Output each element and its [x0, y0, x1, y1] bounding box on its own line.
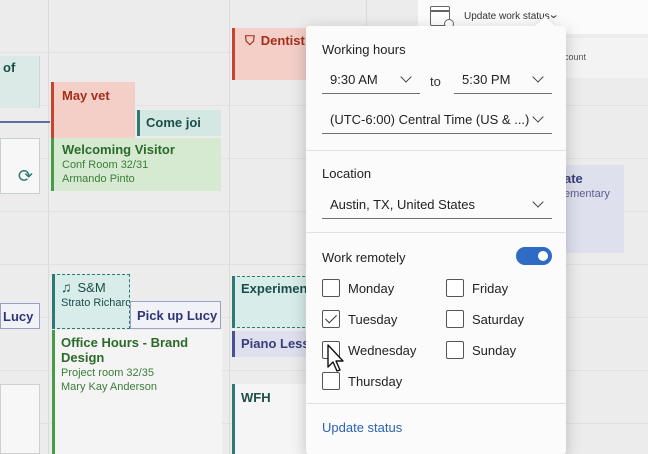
- location-dropdown[interactable]: Austin, TX, United States: [322, 191, 552, 219]
- day-checkbox-monday[interactable]: Monday: [322, 279, 432, 299]
- update-status-link[interactable]: Update status: [322, 420, 402, 435]
- event-title: Piano Lesso: [241, 336, 310, 351]
- recurring-icon: ⟳: [17, 166, 33, 186]
- day-label: Friday: [472, 281, 509, 296]
- event-come-join[interactable]: Come joi: [137, 110, 221, 136]
- event-pickup-lucy[interactable]: Pick up Lucy: [130, 301, 221, 329]
- event-sm[interactable]: ♫ S&M Strato Richard: [52, 274, 130, 329]
- end-time-dropdown[interactable]: 5:30 PM: [454, 66, 552, 94]
- section-divider: [306, 150, 566, 151]
- current-time-line: [0, 121, 50, 123]
- event-title: Office Hours - Brand Design: [61, 335, 189, 365]
- end-time-value: 5:30 PM: [462, 72, 511, 87]
- event-location: Conf Room 32/31: [62, 159, 149, 171]
- event-may-vet[interactable]: May vet: [51, 82, 135, 138]
- event-title: Dentist: [260, 33, 305, 48]
- day-label: Monday: [348, 281, 395, 296]
- chevron-down-icon[interactable]: ⌄: [548, 8, 560, 21]
- mouse-cursor-icon: [327, 344, 344, 372]
- day-checkbox-thursday[interactable]: Thursday: [322, 372, 432, 392]
- checkbox[interactable]: [322, 310, 340, 328]
- toggle-knob: [538, 251, 548, 261]
- event-organizer: Armando Pinto: [62, 173, 135, 185]
- event-title: WFH: [241, 390, 271, 405]
- event-experiment[interactable]: Experiment: [232, 276, 310, 328]
- event-partial-right[interactable]: ate ementary: [560, 165, 624, 253]
- work-remotely-title: Work remotely: [322, 250, 406, 265]
- event-location: Project room 32/35: [61, 367, 154, 379]
- tooth-icon: ⛉: [245, 33, 255, 48]
- event-title: Experiment: [241, 281, 310, 296]
- day-label: Wednesday: [348, 343, 417, 358]
- day-label: Sunday: [472, 343, 517, 358]
- chevron-down-icon: [400, 71, 412, 83]
- event-organizer: Mary Kay Anderson: [61, 381, 157, 393]
- day-label: Thursday: [348, 374, 403, 389]
- day-checkbox-friday[interactable]: Friday: [446, 279, 556, 299]
- event-title: ate: [564, 171, 583, 186]
- account-strip: count: [560, 38, 648, 78]
- event-office-hours[interactable]: Office Hours - Brand Design Project room…: [52, 330, 222, 454]
- event-dentist[interactable]: ⛉ Dentist: [232, 28, 312, 80]
- event-title: May vet: [62, 88, 110, 103]
- event-title: Come joi: [146, 115, 201, 130]
- grid-column-line: [48, 0, 49, 454]
- timezone-value: (UTC-6:00) Central Time (US & ...): [330, 112, 530, 127]
- event-partial-left[interactable]: of: [0, 56, 40, 108]
- event-pickup-lucy-partial[interactable]: Lucy: [0, 303, 40, 329]
- checkbox[interactable]: [322, 279, 340, 297]
- grid-column-line: [229, 0, 230, 454]
- working-hours-title: Working hours: [322, 42, 406, 57]
- work-status-panel: Working hours 9:30 AM to 5:30 PM (UTC-6:…: [306, 16, 566, 454]
- chevron-down-icon: [532, 71, 544, 83]
- event-subtitle: ementary: [564, 188, 610, 200]
- chevron-down-icon: [532, 111, 544, 123]
- day-checkbox-tuesday[interactable]: Tuesday: [322, 310, 432, 330]
- checkbox[interactable]: [446, 310, 464, 328]
- event-title: of: [3, 60, 16, 75]
- event-title: Welcoming Visitor: [62, 142, 175, 157]
- event-piano-lesson[interactable]: Piano Lesso: [232, 331, 310, 357]
- work-remotely-toggle[interactable]: [516, 247, 552, 265]
- timezone-dropdown[interactable]: (UTC-6:00) Central Time (US & ...): [322, 106, 552, 134]
- event-title: S&M: [77, 280, 106, 295]
- start-time-value: 9:30 AM: [330, 72, 378, 87]
- chevron-down-icon: [532, 196, 544, 208]
- checkbox[interactable]: [322, 372, 340, 390]
- checkbox[interactable]: [446, 341, 464, 359]
- music-note-icon: ♫: [61, 279, 72, 295]
- event-welcoming-visitor[interactable]: Welcoming Visitor Conf Room 32/31 Armand…: [51, 138, 221, 191]
- section-divider: [306, 232, 566, 233]
- calendar-clock-icon: [430, 6, 454, 29]
- location-title: Location: [322, 166, 372, 181]
- day-checkbox-saturday[interactable]: Saturday: [446, 310, 556, 330]
- account-label: count: [564, 52, 587, 62]
- section-divider: [306, 403, 566, 404]
- event-partial-left-bottom[interactable]: [0, 384, 40, 454]
- to-label: to: [430, 74, 441, 89]
- day-label: Tuesday: [348, 312, 398, 327]
- checkbox[interactable]: [446, 279, 464, 297]
- update-work-status-label[interactable]: Update work status: [464, 11, 550, 22]
- event-wfh[interactable]: WFH: [232, 384, 310, 454]
- day-label: Saturday: [472, 312, 525, 327]
- event-title: Lucy: [3, 309, 34, 324]
- day-checkbox-sunday[interactable]: Sunday: [446, 341, 556, 361]
- event-recurring[interactable]: ⟳: [0, 138, 40, 194]
- location-value: Austin, TX, United States: [330, 197, 475, 212]
- event-organizer: Strato Richard: [61, 297, 130, 309]
- event-title: Pick up Lucy: [137, 308, 218, 323]
- start-time-dropdown[interactable]: 9:30 AM: [322, 66, 420, 94]
